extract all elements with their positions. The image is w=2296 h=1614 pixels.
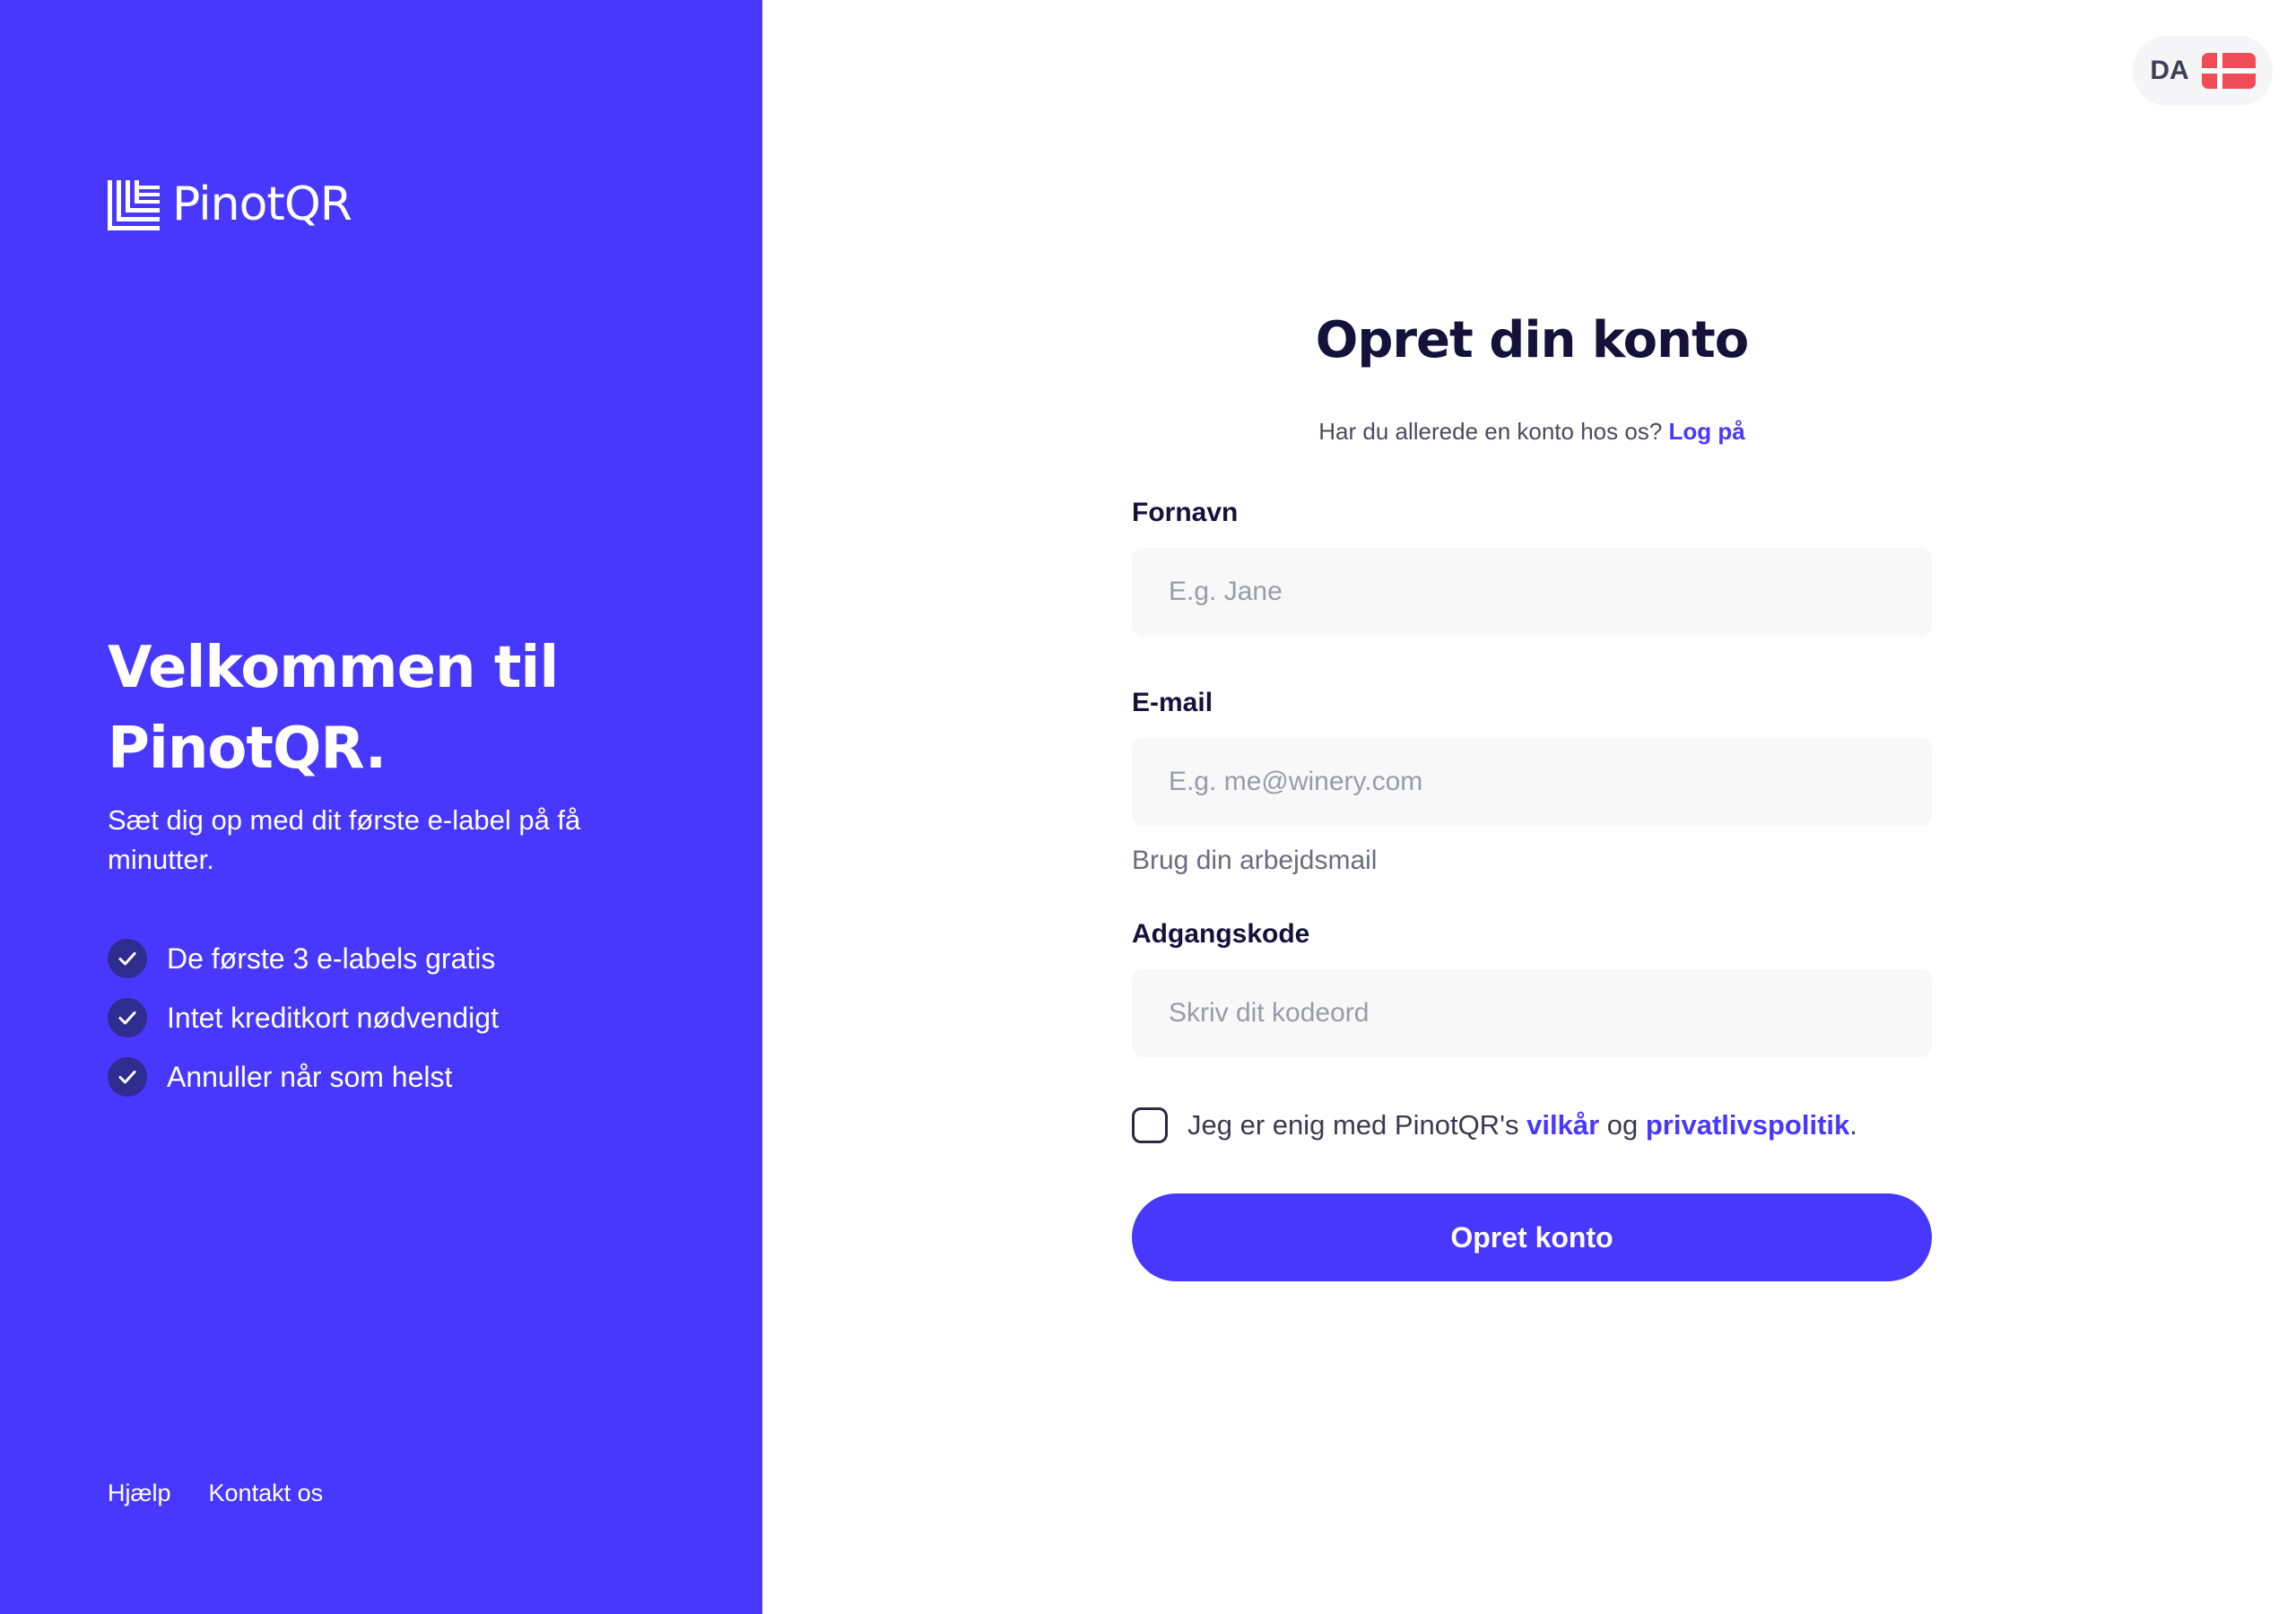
login-prompt-text: Har du allerede en konto hos os? — [1318, 418, 1663, 445]
feature-text: Annuller når som helst — [167, 1060, 453, 1093]
welcome-line-1: Velkommen til — [108, 635, 559, 701]
welcome-line-2: PinotQR. — [108, 716, 387, 782]
pinotqr-logo-icon — [108, 180, 160, 230]
terms-text-and: og — [1606, 1109, 1639, 1141]
terms-text-before: Jeg er enig med PinotQR's — [1187, 1109, 1519, 1141]
feature-text: De første 3 e-labels gratis — [167, 941, 496, 975]
signup-form: Opret din konto Har du allerede en konto… — [1132, 305, 1932, 1281]
footer-links: Hjælp Kontakt os — [108, 1480, 323, 1507]
contact-link[interactable]: Kontakt os — [209, 1480, 324, 1507]
denmark-flag-icon — [2201, 53, 2256, 89]
logo: PinotQR — [108, 178, 352, 231]
welcome-subtitle: Sæt dig op med dit første e-label på få … — [108, 804, 581, 875]
create-account-button[interactable]: Opret konto — [1132, 1193, 1932, 1281]
email-hint: Brug din arbejdsmail — [1132, 846, 1378, 875]
privacy-link[interactable]: privatlivspolitik — [1646, 1109, 1849, 1141]
terms-agreement: Jeg er enig med PinotQR's vilkår og priv… — [1132, 1107, 1932, 1143]
feature-list: De første 3 e-labels gratis Intet kredit… — [108, 929, 499, 1106]
login-prompt: Har du allerede en konto hos os? Log på — [1132, 418, 1932, 446]
logo-text: PinotQR — [172, 178, 352, 231]
welcome-heading: Velkommen til PinotQR. — [108, 628, 646, 789]
feature-item: Intet kreditkort nødvendigt — [108, 988, 499, 1047]
feature-text: Intet kreditkort nødvendigt — [167, 1001, 499, 1034]
check-circle-icon — [108, 939, 147, 978]
terms-period: . — [1849, 1109, 1857, 1141]
feature-item: Annuller når som helst — [108, 1047, 499, 1106]
language-code: DA — [2150, 56, 2189, 85]
password-input[interactable] — [1132, 969, 1932, 1057]
check-circle-icon — [108, 998, 147, 1037]
left-panel: PinotQR Velkommen til PinotQR. Sæt dig o… — [0, 0, 762, 1614]
first-name-input[interactable] — [1132, 548, 1932, 636]
terms-checkbox[interactable] — [1132, 1107, 1168, 1143]
terms-link[interactable]: vilkår — [1526, 1109, 1599, 1141]
email-input[interactable] — [1132, 738, 1932, 826]
password-label: Adgangskode — [1132, 919, 1310, 949]
feature-item: De første 3 e-labels gratis — [108, 929, 499, 988]
first-name-label: Fornavn — [1132, 498, 1239, 527]
check-circle-icon — [108, 1057, 147, 1097]
terms-text: Jeg er enig med PinotQR's vilkår og priv… — [1187, 1109, 1857, 1141]
help-link[interactable]: Hjælp — [108, 1480, 171, 1507]
page-title: Opret din konto — [1315, 311, 1750, 369]
email-label: E-mail — [1132, 688, 1213, 717]
language-selector[interactable]: DA — [2133, 36, 2273, 106]
login-link[interactable]: Log på — [1669, 418, 1745, 445]
